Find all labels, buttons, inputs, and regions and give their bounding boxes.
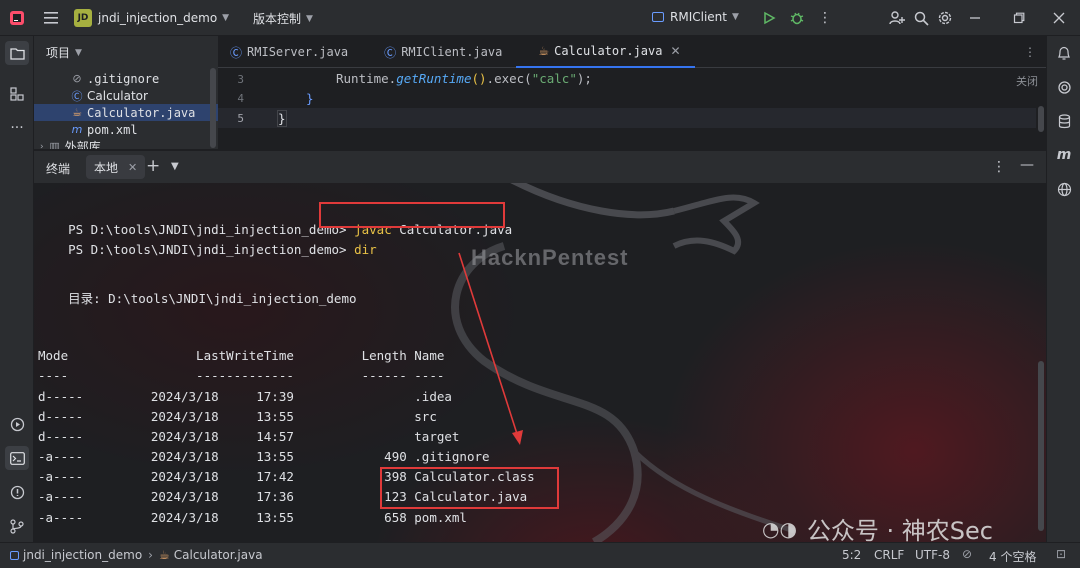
lock-icon[interactable]: ⊡ xyxy=(1056,547,1066,561)
debug-icon[interactable] xyxy=(786,7,808,29)
code-line[interactable]: } xyxy=(306,91,314,106)
java-file-icon: ☕ xyxy=(538,44,550,58)
line-number: 5 xyxy=(237,112,244,125)
tab-calculator[interactable]: ☕ Calculator.java ✕ xyxy=(516,36,695,68)
arrow-annotation-icon xyxy=(458,252,523,445)
tab-rmiserver[interactable]: Ⓒ RMIServer.java xyxy=(218,36,362,68)
library-icon: ▥ xyxy=(49,140,60,149)
tree-item-calculator-class[interactable]: Ⓒ Calculator xyxy=(34,87,218,104)
more-actions-icon[interactable]: ⋮ xyxy=(814,7,836,29)
project-badge: JD xyxy=(74,9,92,27)
folder-icon[interactable] xyxy=(5,41,29,65)
project-panel-scrollbar[interactable] xyxy=(210,68,216,148)
file-encoding[interactable]: UTF-8 xyxy=(915,548,950,562)
restore-icon[interactable] xyxy=(1008,7,1030,29)
caret-position[interactable]: 5:2 xyxy=(842,548,861,562)
chevron-down-icon: ▼ xyxy=(731,12,739,22)
database-icon[interactable] xyxy=(1052,109,1076,133)
current-line-highlight xyxy=(218,108,1036,128)
module-icon xyxy=(10,550,19,560)
add-user-icon[interactable] xyxy=(886,7,908,29)
tree-item-pom[interactable]: m pom.xml xyxy=(34,121,218,138)
status-bar: jndi_injection_demo › ☕ Calculator.java … xyxy=(0,542,1080,568)
more-tools-icon[interactable]: ··· xyxy=(5,116,29,140)
project-panel-header[interactable]: 项目 ▼ xyxy=(46,44,82,61)
code-line[interactable]: } xyxy=(277,110,287,127)
chevron-right-icon: › xyxy=(148,548,153,562)
maven-icon[interactable]: m xyxy=(1052,143,1076,167)
title-bar: JD jndi_injection_demo ▼ 版本控制 ▼ RMIClien… xyxy=(0,0,1080,36)
chevron-down-icon: ▼ xyxy=(75,47,82,58)
class-icon: Ⓒ xyxy=(71,89,83,103)
class-icon: Ⓒ xyxy=(384,45,397,60)
close-icon[interactable] xyxy=(1048,7,1070,29)
editor: Ⓒ RMIServer.java Ⓒ RMIClient.java ☕ Calc… xyxy=(218,36,1046,149)
app-logo-icon[interactable] xyxy=(6,7,28,29)
terminal-scrollbar[interactable] xyxy=(1038,361,1044,531)
line-number: 4 xyxy=(237,92,244,105)
structure-icon[interactable] xyxy=(5,82,29,106)
minimize-icon[interactable] xyxy=(964,7,986,29)
run-config-selector[interactable]: RMIClient ▼ xyxy=(652,10,739,24)
indent-setting[interactable]: 4 个空格 xyxy=(989,548,1036,565)
project-switcher[interactable]: JD jndi_injection_demo ▼ xyxy=(74,9,229,27)
class-icon: Ⓒ xyxy=(230,45,243,60)
project-name: jndi_injection_demo xyxy=(98,11,218,25)
maven-icon: m xyxy=(71,123,83,136)
project-panel-title: 项目 xyxy=(46,46,71,60)
tree-item-gitignore[interactable]: ⊘ .gitignore xyxy=(34,70,218,87)
notifications-icon[interactable] xyxy=(1052,41,1076,65)
right-tool-strip: m xyxy=(1046,36,1080,542)
java-file-icon: ☕ xyxy=(72,106,82,119)
run-icon[interactable] xyxy=(758,7,780,29)
line-number: 3 xyxy=(237,73,244,86)
git-icon[interactable] xyxy=(5,514,29,538)
no-inspection-icon[interactable]: ⊘ xyxy=(962,547,972,561)
vcs-label: 版本控制 xyxy=(253,12,302,26)
gear-icon[interactable] xyxy=(934,7,956,29)
code-line[interactable]: Runtime.getRuntime().exec("calc"); xyxy=(336,71,592,86)
ai-assistant-icon[interactable] xyxy=(1052,75,1076,99)
chevron-right-icon: › xyxy=(40,141,44,150)
search-icon[interactable] xyxy=(910,7,932,29)
terminal-panel: 终端 本地 ✕ + ▼ ⋮ — PS D:\tools\JNDI\jndi_in… xyxy=(34,151,1046,542)
run-config-icon xyxy=(652,12,664,22)
wechat-icon: ◔◑ xyxy=(762,516,797,541)
java-file-icon: ☕ xyxy=(158,548,170,562)
tree-item-external-libs[interactable]: › ▥ 外部库 xyxy=(34,138,218,149)
chevron-down-icon: ▼ xyxy=(306,13,313,24)
close-hint: 关闭 xyxy=(1016,75,1038,88)
editor-tabs: Ⓒ RMIServer.java Ⓒ RMIClient.java ☕ Calc… xyxy=(218,36,1046,68)
breadcrumb: jndi_injection_demo › ☕ Calculator.java xyxy=(10,548,263,562)
run-config-name: RMIClient xyxy=(670,10,727,24)
breadcrumb-file[interactable]: Calculator.java xyxy=(174,548,263,562)
tab-actions-icon[interactable]: ⋮ xyxy=(1024,45,1036,59)
editor-scrollbar[interactable] xyxy=(1038,106,1044,132)
left-tool-strip: ··· xyxy=(0,36,34,542)
tab-rmiclient[interactable]: Ⓒ RMIClient.java xyxy=(362,36,516,68)
problems-icon[interactable] xyxy=(5,480,29,504)
ignore-file-icon: ⊘ xyxy=(72,72,82,85)
tree-item-calculator-java[interactable]: ☕ Calculator.java xyxy=(34,104,218,121)
vcs-menu[interactable]: 版本控制 ▼ xyxy=(253,10,313,27)
terminal-icon[interactable] xyxy=(5,446,29,470)
breadcrumb-project[interactable]: jndi_injection_demo xyxy=(23,548,142,562)
services-icon[interactable] xyxy=(5,412,29,436)
main-menu-icon[interactable] xyxy=(40,7,62,29)
globe-icon[interactable] xyxy=(1052,177,1076,201)
close-tab-icon[interactable]: ✕ xyxy=(670,44,680,58)
chevron-down-icon: ▼ xyxy=(222,13,230,23)
wechat-watermark: ◔◑ 公众号 · 神农Sec xyxy=(762,516,993,543)
project-panel: 项目 ▼ ⊘ .gitignore Ⓒ Calculator ☕ Calcula… xyxy=(34,36,218,149)
line-separator[interactable]: CRLF xyxy=(874,548,904,562)
